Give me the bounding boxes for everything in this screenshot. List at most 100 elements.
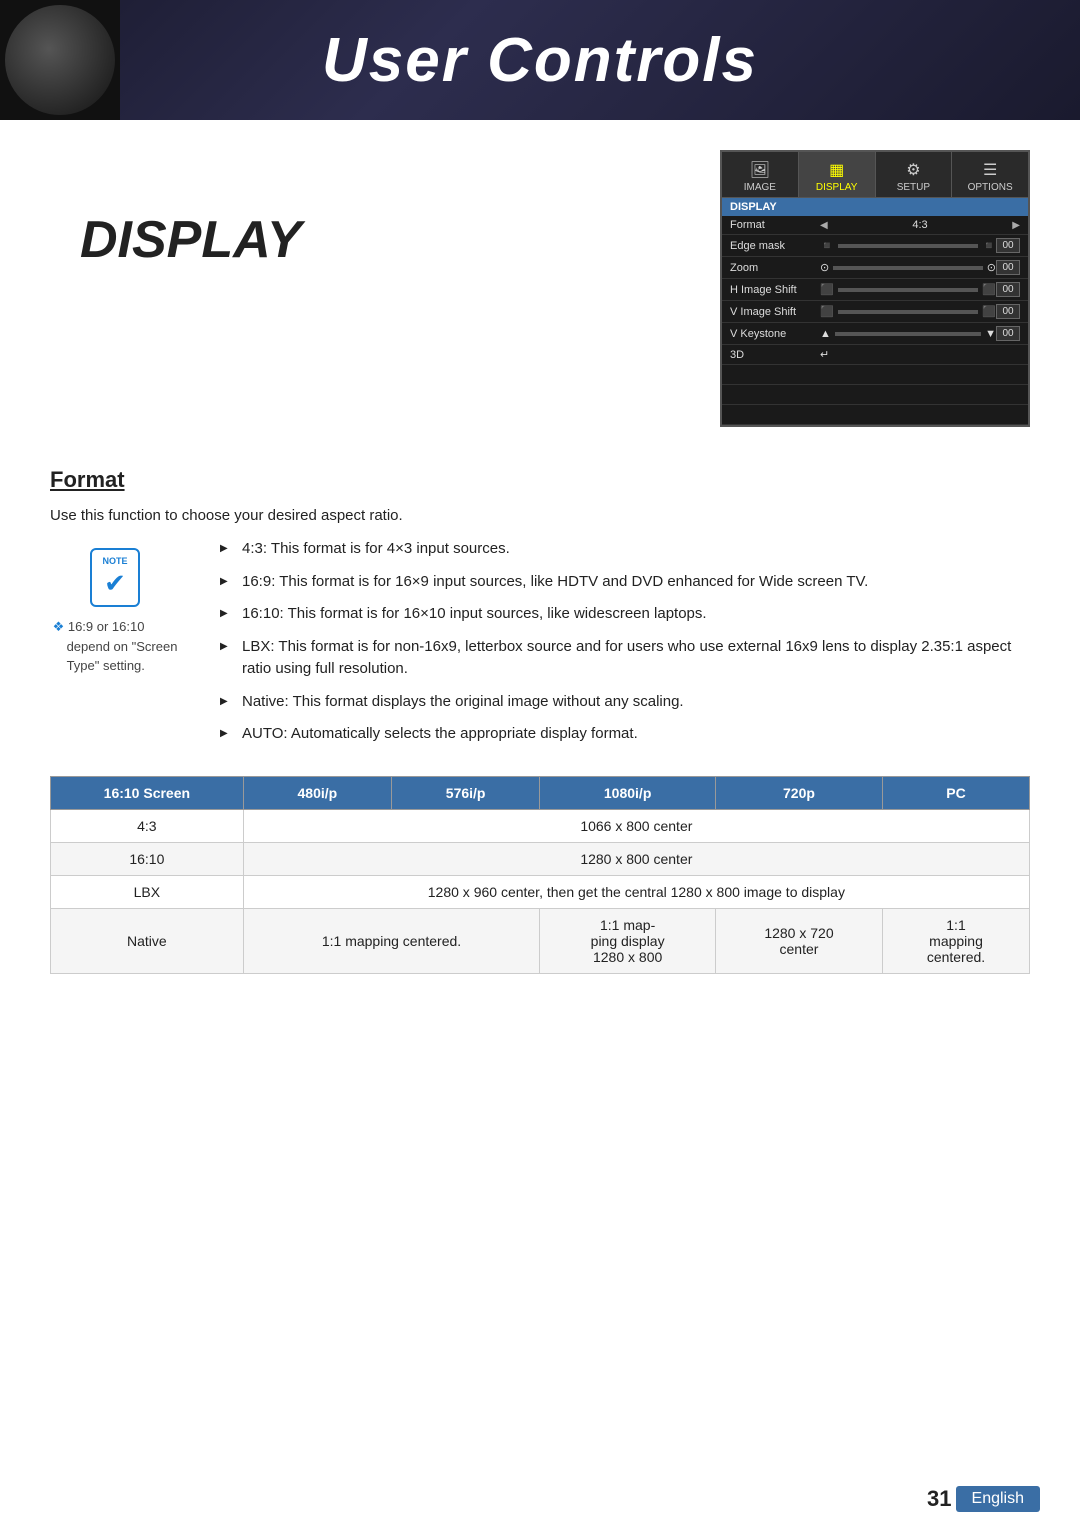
bullet-item-lbx: LBX: This format is for non-16x9, letter… bbox=[220, 636, 1030, 681]
osd-zoom-value: 00 bbox=[996, 260, 1020, 275]
osd-vkeystone-icon-left: ▲ bbox=[820, 328, 831, 340]
note-diamond-icon: ❖ bbox=[53, 619, 65, 634]
display-heading: DISPLAY bbox=[50, 150, 700, 270]
format-table: 16:10 Screen 480i/p 576i/p 1080i/p 720p … bbox=[50, 776, 1030, 974]
bullet-lbx-text: LBX: This format is for non-16x9, letter… bbox=[242, 638, 1011, 678]
osd-hshift-slider bbox=[838, 288, 979, 292]
osd-format-left-arrow: ◀ bbox=[820, 220, 828, 231]
osd-vkeystone-row: V Keystone ▲ ▼ 00 bbox=[722, 323, 1028, 345]
table-row-43: 4:3 1066 x 800 center bbox=[51, 809, 1030, 842]
bullet-item-auto: AUTO: Automatically selects the appropri… bbox=[220, 723, 1030, 746]
osd-vshift-value: 00 bbox=[996, 304, 1020, 319]
osd-zoom-slider bbox=[833, 266, 983, 270]
osd-tabs: 🖼 IMAGE ▦ DISPLAY ⚙ SETUP ☰ OPTIONS bbox=[722, 152, 1028, 198]
table-row-lbx: LBX 1280 x 960 center, then get the cent… bbox=[51, 875, 1030, 908]
osd-edgemask-row: Edge mask ◾ ◾ 00 bbox=[722, 235, 1028, 257]
osd-vkeystone-value: 00 bbox=[996, 326, 1020, 341]
table-row-1610: 16:10 1280 x 800 center bbox=[51, 842, 1030, 875]
table-cell-43-label: 4:3 bbox=[51, 809, 244, 842]
osd-section-title: DISPLAY bbox=[722, 198, 1028, 216]
bullet-item-169: 16:9: This format is for 16×9 input sour… bbox=[220, 571, 1030, 594]
osd-format-label: Format bbox=[730, 219, 820, 231]
osd-tab-image: 🖼 IMAGE bbox=[722, 152, 799, 197]
table-cell-native-label: Native bbox=[51, 908, 244, 973]
note-wrapper: NOTE ✔ ❖ 16:9 or 16:10 depend on "Screen… bbox=[50, 538, 180, 776]
osd-vshift-row: V Image Shift ⬛ ⬛ 00 bbox=[722, 301, 1028, 323]
setup-tab-icon: ⚙ bbox=[880, 160, 948, 180]
osd-3d-row: 3D ↵ bbox=[722, 345, 1028, 365]
image-tab-icon: 🖼 bbox=[726, 160, 794, 180]
osd-tab-display: ▦ DISPLAY bbox=[799, 152, 876, 197]
osd-zoom-row: Zoom ⊙ ⊙ 00 bbox=[722, 257, 1028, 279]
osd-edgemask-value: 00 bbox=[996, 238, 1020, 253]
osd-hshift-control: ⬛ ⬛ 00 bbox=[820, 282, 1020, 297]
table-header-1080: 1080i/p bbox=[540, 776, 716, 809]
osd-zoom-icon-right: ⊙ bbox=[987, 261, 996, 274]
table-header-pc: PC bbox=[883, 776, 1030, 809]
osd-vshift-icon-left: ⬛ bbox=[820, 305, 834, 318]
bullet-list: 4:3: This format is for 4×3 input source… bbox=[220, 538, 1030, 756]
osd-tab-setup: ⚙ SETUP bbox=[876, 152, 953, 197]
table-header-row: 16:10 Screen 480i/p 576i/p 1080i/p 720p … bbox=[51, 776, 1030, 809]
bullet-169-text: 16:9: This format is for 16×9 input sour… bbox=[242, 573, 868, 590]
osd-empty-row2 bbox=[722, 385, 1028, 405]
format-heading: Format bbox=[50, 467, 1030, 493]
note-line2: depend on "Screen bbox=[67, 639, 178, 654]
bullet-auto-text: AUTO: Automatically selects the appropri… bbox=[242, 725, 638, 742]
bullet-native-text: Native: This format displays the origina… bbox=[242, 693, 684, 710]
osd-hshift-icon-right: ⬛ bbox=[982, 283, 996, 296]
table-cell-native-pc: 1:1mappingcentered. bbox=[883, 908, 1030, 973]
table-header-480: 480i/p bbox=[243, 776, 391, 809]
osd-3d-label: 3D bbox=[730, 349, 820, 361]
osd-zoom-control: ⊙ ⊙ 00 bbox=[820, 260, 1020, 275]
osd-zoom-label: Zoom bbox=[730, 262, 820, 274]
page-number: 31 bbox=[927, 1486, 951, 1512]
osd-vkeystone-icon-right: ▼ bbox=[985, 328, 996, 340]
page-title: User Controls bbox=[322, 25, 758, 96]
osd-hshift-value: 00 bbox=[996, 282, 1020, 297]
osd-vkeystone-label: V Keystone bbox=[730, 328, 820, 340]
osd-format-row: Format ◀ 4:3 ▶ bbox=[722, 216, 1028, 235]
osd-3d-enter-icon: ↵ bbox=[820, 348, 829, 361]
table-cell-43-value: 1066 x 800 center bbox=[243, 809, 1029, 842]
osd-hshift-icon-left: ⬛ bbox=[820, 283, 834, 296]
table-cell-native-1080: 1:1 map-ping display1280 x 800 bbox=[540, 908, 716, 973]
osd-edgemask-slider bbox=[838, 244, 979, 248]
osd-edgemask-icon-right: ◾ bbox=[982, 239, 996, 252]
osd-edgemask-control: ◾ ◾ 00 bbox=[820, 238, 1020, 253]
table-header-screen: 16:10 Screen bbox=[51, 776, 244, 809]
osd-format-right-arrow: ▶ bbox=[1012, 220, 1020, 231]
logo-circle bbox=[5, 5, 115, 115]
osd-vkeystone-slider bbox=[835, 332, 981, 336]
osd-hshift-label: H Image Shift bbox=[730, 284, 820, 296]
osd-tab-setup-label: SETUP bbox=[897, 182, 930, 193]
table-header-576: 576i/p bbox=[392, 776, 540, 809]
table-cell-1610-label: 16:10 bbox=[51, 842, 244, 875]
bullet-item-43: 4:3: This format is for 4×3 input source… bbox=[220, 538, 1030, 561]
table-row-native: Native 1:1 mapping centered. 1:1 map-pin… bbox=[51, 908, 1030, 973]
bullet-item-native: Native: This format displays the origina… bbox=[220, 691, 1030, 714]
table-cell-1610-value: 1280 x 800 center bbox=[243, 842, 1029, 875]
page-footer: 31 English bbox=[927, 1486, 1040, 1512]
format-body: NOTE ✔ ❖ 16:9 or 16:10 depend on "Screen… bbox=[50, 538, 1030, 776]
osd-edgemask-icon-left: ◾ bbox=[820, 239, 834, 252]
table-cell-native-480-576: 1:1 mapping centered. bbox=[243, 908, 540, 973]
format-section: Format Use this function to choose your … bbox=[50, 457, 1030, 1004]
format-intro: Use this function to choose your desired… bbox=[50, 507, 1030, 524]
note-box: NOTE ✔ bbox=[90, 548, 140, 607]
osd-vkeystone-control: ▲ ▼ 00 bbox=[820, 326, 1020, 341]
osd-empty-row3 bbox=[722, 405, 1028, 425]
note-text: ❖ 16:9 or 16:10 depend on "Screen Type" … bbox=[53, 617, 178, 676]
note-line3: Type" setting. bbox=[67, 658, 145, 673]
osd-edgemask-label: Edge mask bbox=[730, 240, 820, 252]
osd-tab-options: ☰ OPTIONS bbox=[952, 152, 1028, 197]
bullet-43-text: 4:3: This format is for 4×3 input source… bbox=[242, 540, 510, 557]
table-cell-lbx-value: 1280 x 960 center, then get the central … bbox=[243, 875, 1029, 908]
logo-area bbox=[0, 0, 120, 120]
osd-3d-control: ↵ bbox=[820, 348, 1020, 361]
osd-vshift-icon-right: ⬛ bbox=[982, 305, 996, 318]
osd-vshift-control: ⬛ ⬛ 00 bbox=[820, 304, 1020, 319]
main-content: DISPLAY 🖼 IMAGE ▦ DISPLAY ⚙ SETUP ☰ OP bbox=[0, 120, 1080, 1034]
language-label: English bbox=[956, 1486, 1040, 1512]
options-tab-icon: ☰ bbox=[956, 160, 1024, 180]
